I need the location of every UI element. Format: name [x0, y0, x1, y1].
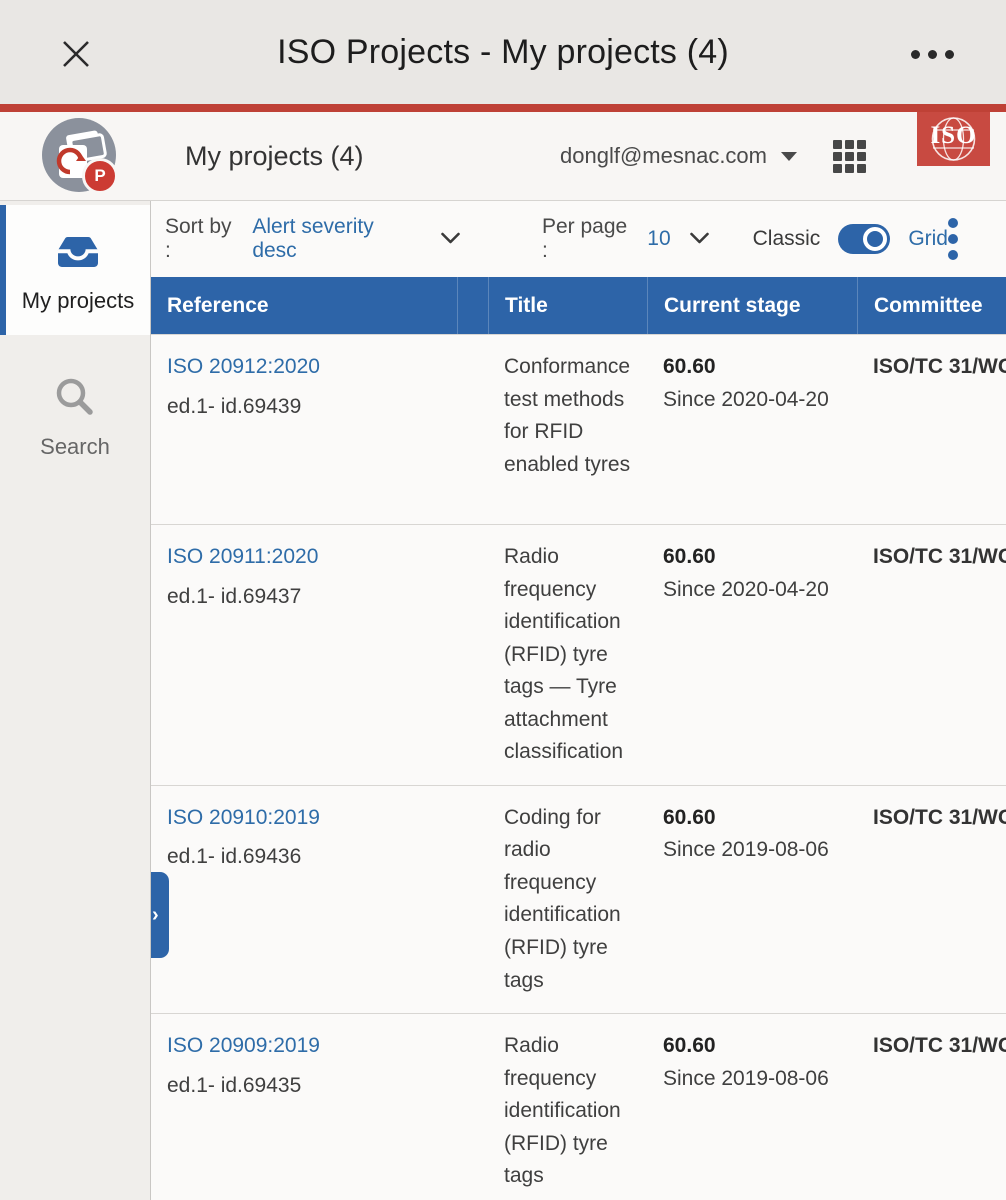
stage-since-date: Since 2020-04-20 — [663, 384, 849, 417]
per-page-control: Per page : 10 — [542, 215, 709, 263]
project-title: Conformance test methods for RFID enable… — [504, 355, 630, 476]
column-header-title: Title — [488, 277, 647, 334]
reference-link[interactable]: ISO 20911:2020 — [167, 545, 318, 568]
sidebar: My projects Search — [0, 201, 151, 1200]
sidebar-item-label: My projects — [22, 288, 134, 314]
edition-id-text: ed.1- id.69436 — [167, 841, 449, 874]
edition-id-text: ed.1- id.69439 — [167, 391, 449, 424]
chevron-down-icon[interactable] — [690, 227, 709, 251]
committee-cell: ISO/TC 31/WG — [857, 1014, 1006, 1200]
chevron-down-icon[interactable] — [441, 227, 460, 251]
inbox-icon — [54, 227, 102, 280]
sort-dropdown[interactable]: Alert severity desc — [252, 215, 422, 263]
table-row: ISO 20911:2020 ed.1- id.69437 Radio freq… — [151, 524, 1006, 785]
current-stage-cell: 60.60 Since 2020-04-20 — [647, 335, 857, 524]
current-stage-cell: 60.60 Since 2019-08-06 — [647, 786, 857, 1013]
close-icon[interactable] — [56, 34, 96, 74]
iso-logo-text: ISO — [917, 122, 990, 150]
page-title: My projects (4) — [185, 112, 364, 200]
apps-grid-icon[interactable] — [833, 140, 866, 173]
spacer-cell — [457, 1014, 488, 1200]
per-page-dropdown[interactable]: 10 — [647, 227, 670, 251]
reference-cell: ISO 20909:2019 ed.1- id.69435 — [151, 1014, 457, 1200]
kebab-menu-icon[interactable] — [948, 218, 958, 260]
committee-cell: ISO/TC 31/WG — [857, 335, 1006, 524]
committee-name: ISO/TC 31/WG — [873, 1034, 1006, 1057]
reference-cell: ISO 20911:2020 ed.1- id.69437 — [151, 525, 457, 785]
project-title: Coding for radio frequency identificatio… — [504, 806, 621, 992]
title-cell: Coding for radio frequency identificatio… — [488, 786, 647, 1013]
committee-cell: ISO/TC 31/WG — [857, 525, 1006, 785]
sidebar-item-label: Search — [40, 434, 110, 460]
spacer-cell — [457, 786, 488, 1013]
more-options-icon[interactable] — [911, 50, 954, 59]
stage-code: 60.60 — [663, 1030, 849, 1063]
stage-since-date: Since 2020-04-20 — [663, 574, 849, 607]
table-row: ISO 20910:2019 ed.1- id.69436 Coding for… — [151, 785, 1006, 1013]
table-row: ISO 20912:2020 ed.1- id.69439 Conformanc… — [151, 334, 1006, 524]
column-header-reference: Reference — [151, 277, 457, 334]
stage-since-date: Since 2019-08-06 — [663, 1063, 849, 1096]
titlebar: ISO Projects - My projects (4) — [0, 0, 1006, 104]
project-title: Radio frequency identification (RFID) ty… — [504, 545, 623, 763]
sidebar-item-my-projects[interactable]: My projects — [0, 205, 150, 335]
table-header-row: Reference Title Current stage Committee — [151, 277, 1006, 334]
reference-cell: ISO 20910:2019 ed.1- id.69436 — [151, 786, 457, 1013]
table-body: ISO 20912:2020 ed.1- id.69439 Conformanc… — [151, 334, 1006, 1200]
sort-label: Sort by : — [165, 215, 242, 263]
spacer-cell — [457, 525, 488, 785]
view-switch: Classic Grid — [753, 224, 948, 254]
table-row: ISO 20909:2019 ed.1- id.69435 Radio freq… — [151, 1013, 1006, 1200]
project-title: Radio frequency identification (RFID) ty… — [504, 1034, 621, 1187]
column-header-committee: Committee — [857, 277, 1006, 334]
current-stage-cell: 60.60 Since 2020-04-20 — [647, 525, 857, 785]
projects-table: Reference Title Current stage Committee … — [151, 277, 1006, 1200]
iso-logo[interactable]: ISO — [917, 112, 990, 166]
committee-name: ISO/TC 31/WG — [873, 355, 1006, 378]
content-area: My projects Search Sort by : Alert sever… — [0, 201, 1006, 1200]
account-email[interactable]: donglf@mesnac.com — [560, 143, 767, 169]
main-panel: Sort by : Alert severity desc Per page :… — [151, 201, 1006, 1200]
search-icon — [51, 373, 99, 426]
classic-grid-toggle[interactable] — [838, 224, 890, 254]
committee-name: ISO/TC 31/WG — [873, 545, 1006, 568]
stage-since-date: Since 2019-08-06 — [663, 834, 849, 867]
column-header-current-stage: Current stage — [647, 277, 857, 334]
stage-code: 60.60 — [663, 541, 849, 574]
iso-projects-window: ISO Projects - My projects (4) P My proj… — [0, 0, 1006, 1200]
per-page-label: Per page : — [542, 215, 637, 263]
red-accent-bar — [0, 104, 1006, 112]
iso-projects-app-icon: P — [42, 118, 116, 192]
title-cell: Radio frequency identification (RFID) ty… — [488, 1014, 647, 1200]
window-title: ISO Projects - My projects (4) — [277, 33, 729, 72]
account-caret-down-icon[interactable] — [781, 152, 797, 161]
edition-id-text: ed.1- id.69435 — [167, 1070, 449, 1103]
current-stage-cell: 60.60 Since 2019-08-06 — [647, 1014, 857, 1200]
reference-cell: ISO 20912:2020 ed.1- id.69439 — [151, 335, 457, 524]
sort-control: Sort by : Alert severity desc — [165, 215, 460, 263]
account-area: donglf@mesnac.com — [560, 112, 866, 200]
toggle-knob — [863, 227, 887, 251]
committee-name: ISO/TC 31/WG — [873, 806, 1006, 829]
view-classic-label[interactable]: Classic — [753, 227, 821, 251]
stage-code: 60.60 — [663, 802, 849, 835]
sidebar-item-search[interactable]: Search — [0, 361, 150, 471]
committee-cell: ISO/TC 31/WG — [857, 786, 1006, 1013]
spacer-cell — [457, 335, 488, 524]
view-grid-label[interactable]: Grid — [908, 227, 948, 251]
stage-code: 60.60 — [663, 351, 849, 384]
app-header: P My projects (4) donglf@mesnac.com ISO — [0, 112, 1006, 201]
chevron-right-icon: › — [152, 905, 159, 925]
title-cell: Conformance test methods for RFID enable… — [488, 335, 647, 524]
reference-link[interactable]: ISO 20910:2019 — [167, 806, 320, 829]
reference-link[interactable]: ISO 20912:2020 — [167, 355, 320, 378]
column-header-spacer — [457, 277, 488, 334]
edition-id-text: ed.1- id.69437 — [167, 581, 449, 614]
reference-link[interactable]: ISO 20909:2019 — [167, 1034, 320, 1057]
list-toolbar: Sort by : Alert severity desc Per page :… — [151, 201, 1006, 277]
app-badge: P — [82, 158, 118, 194]
expand-panel-handle[interactable]: › — [151, 872, 169, 958]
title-cell: Radio frequency identification (RFID) ty… — [488, 525, 647, 785]
